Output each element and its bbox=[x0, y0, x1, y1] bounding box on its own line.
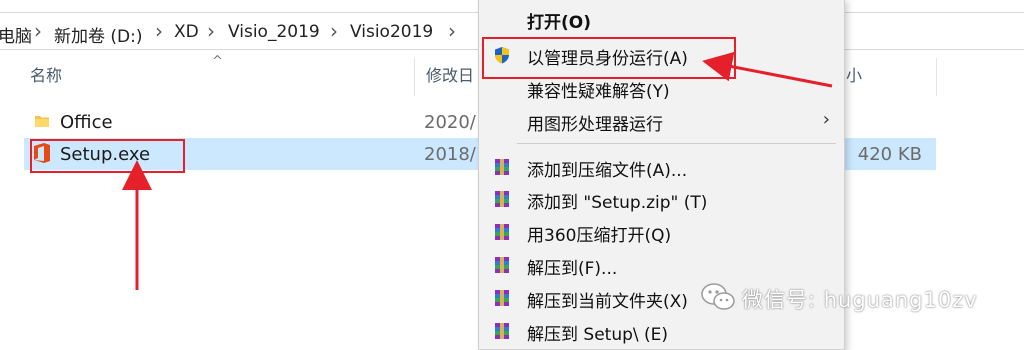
file-size: 420 KB bbox=[857, 144, 922, 165]
breadcrumb-item-drive[interactable]: 新加卷 (D:) bbox=[54, 22, 143, 47]
file-date: 2018/ bbox=[424, 144, 476, 165]
watermark-text: 微信号: huguang10zv bbox=[742, 288, 978, 312]
column-divider[interactable] bbox=[414, 58, 415, 96]
chevron-right-icon: › bbox=[34, 19, 42, 43]
file-date: 2020/ bbox=[424, 112, 476, 133]
highlight-box-setup bbox=[30, 139, 185, 173]
sort-ascending-icon: ^ bbox=[212, 54, 223, 69]
menu-item-label: 解压到(F)... bbox=[527, 259, 618, 279]
breadcrumb-item-computer[interactable]: 电脑 bbox=[0, 22, 32, 47]
menu-item-extract-to[interactable]: 解压到(F)... bbox=[479, 249, 844, 281]
archive-icon bbox=[493, 289, 511, 307]
menu-item-open[interactable]: 打开(O) bbox=[479, 3, 844, 35]
archive-icon bbox=[493, 190, 511, 208]
menu-item-label: 用图形处理器运行 bbox=[527, 115, 663, 135]
menu-item-label: 打开(O) bbox=[527, 13, 591, 33]
highlight-box-run-as-admin bbox=[482, 37, 736, 79]
menu-item-label: 用360压缩打开(Q) bbox=[527, 226, 672, 246]
folder-icon bbox=[35, 116, 49, 127]
archive-icon bbox=[493, 223, 511, 241]
archive-icon bbox=[493, 158, 511, 176]
menu-item-add-zip[interactable]: 添加到 "Setup.zip" (T) bbox=[479, 183, 844, 215]
menu-item-label: 添加到 "Setup.zip" (T) bbox=[527, 193, 708, 213]
column-header-name[interactable]: 名称 bbox=[30, 62, 62, 86]
menu-item-label: 解压到 Setup\ (E) bbox=[527, 325, 669, 345]
menu-item-extract-setup[interactable]: 解压到 Setup\ (E) bbox=[479, 315, 844, 347]
menu-item-label: 兼容性疑难解答(Y) bbox=[527, 82, 670, 102]
file-name: Office bbox=[60, 112, 113, 133]
wechat-icon bbox=[701, 283, 735, 310]
breadcrumb-item-visio2019[interactable]: Visio2019 bbox=[350, 22, 433, 42]
chevron-right-icon: › bbox=[448, 19, 456, 43]
breadcrumb-item-visio-2019[interactable]: Visio_2019 bbox=[228, 22, 320, 42]
menu-item-label: 添加到压缩文件(A)... bbox=[527, 161, 688, 181]
chevron-right-icon: › bbox=[330, 19, 338, 43]
archive-icon bbox=[493, 256, 511, 274]
menu-item-label: 解压到当前文件夹(X) bbox=[527, 292, 688, 312]
archive-icon bbox=[493, 322, 511, 340]
menu-item-gpu[interactable]: 用图形处理器运行 › bbox=[479, 105, 844, 137]
column-header-modified[interactable]: 修改日 bbox=[426, 62, 474, 86]
menu-separator bbox=[517, 143, 836, 144]
menu-item-open-360[interactable]: 用360压缩打开(Q) bbox=[479, 216, 844, 248]
breadcrumb-item-xd[interactable]: XD bbox=[174, 22, 199, 42]
column-header-size[interactable]: 小 bbox=[846, 62, 862, 86]
chevron-right-icon: › bbox=[822, 109, 830, 130]
menu-item-add-archive[interactable]: 添加到压缩文件(A)... bbox=[479, 151, 844, 183]
chevron-right-icon: › bbox=[155, 19, 163, 43]
column-divider[interactable] bbox=[936, 58, 937, 96]
chevron-right-icon: › bbox=[207, 19, 215, 43]
